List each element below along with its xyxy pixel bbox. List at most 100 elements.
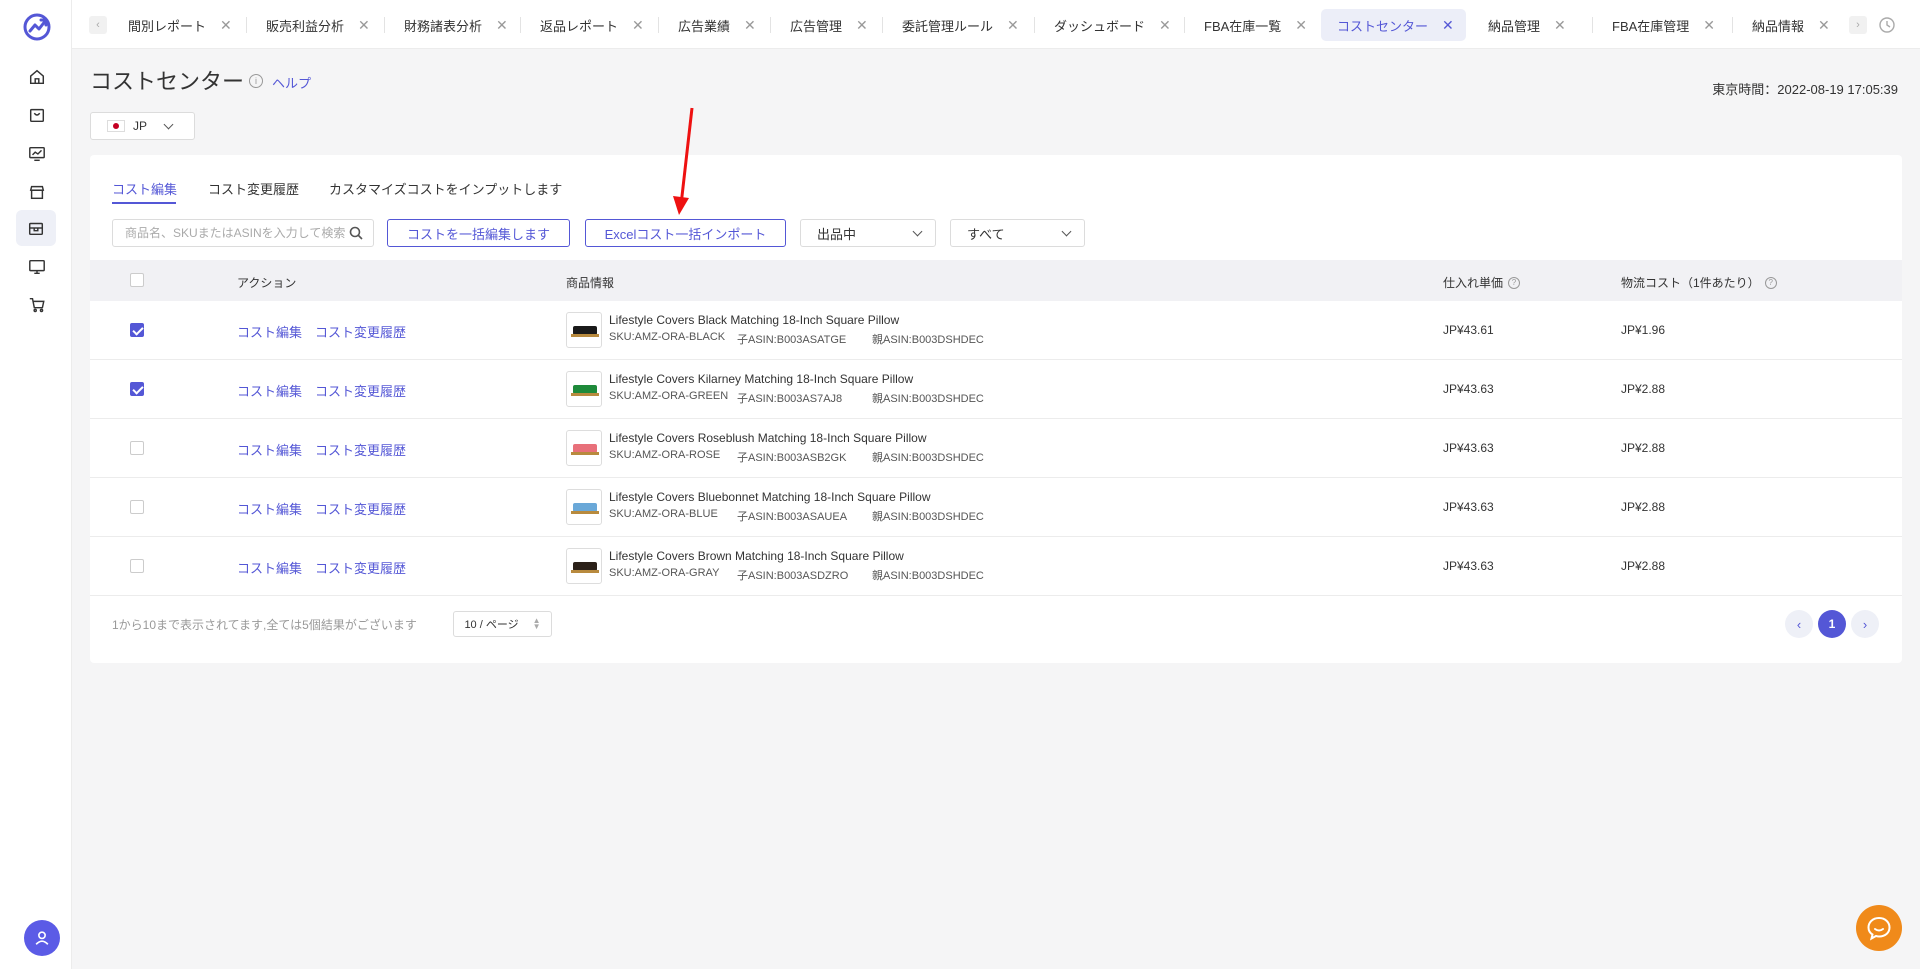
all-filter-select[interactable]: すべて: [950, 219, 1085, 247]
product-parent-asin: 親ASIN:B003DSHDEC: [872, 452, 984, 464]
close-icon[interactable]: ✕: [744, 17, 756, 34]
close-icon[interactable]: ✕: [1818, 17, 1830, 34]
close-icon[interactable]: ✕: [856, 17, 868, 34]
tab-item[interactable]: FBA在庫管理 ✕: [1596, 9, 1727, 41]
cost-edit-link[interactable]: コスト編集: [237, 440, 302, 459]
cost-history-link[interactable]: コスト変更履歴: [315, 499, 406, 518]
store-icon[interactable]: [24, 179, 50, 205]
country-label: JP: [133, 119, 148, 133]
user-icon[interactable]: [24, 920, 60, 956]
time-value: 2022-08-19 17:05:39: [1777, 82, 1898, 97]
cost-history-link[interactable]: コスト変更履歴: [315, 558, 406, 577]
next-page-button[interactable]: ›: [1851, 610, 1879, 638]
help-link[interactable]: ヘルプ: [272, 73, 311, 92]
product-thumbnail: [566, 312, 602, 348]
cost-history-link[interactable]: コスト変更履歴: [315, 322, 406, 341]
subtab-cost-history[interactable]: コスト変更履歴: [208, 179, 299, 198]
product-thumbnail: [566, 430, 602, 466]
close-icon[interactable]: ✕: [358, 17, 370, 34]
cart-icon[interactable]: [24, 292, 50, 318]
cost-history-link[interactable]: コスト変更履歴: [315, 440, 406, 459]
tab-item[interactable]: 財務諸表分析 ✕: [388, 9, 520, 41]
row-checkbox[interactable]: [130, 323, 144, 337]
product-sku: SKU:AMZ-ORA-BLACK: [609, 331, 726, 343]
row-checkbox[interactable]: [130, 382, 144, 396]
tab-next-button[interactable]: ›: [1849, 16, 1867, 34]
tab-item[interactable]: 広告業績 ✕: [662, 9, 768, 41]
cost-edit-link[interactable]: コスト編集: [237, 381, 302, 400]
row-checkbox[interactable]: [130, 559, 144, 573]
tab-item-active[interactable]: コストセンター ✕: [1321, 9, 1466, 41]
excel-import-button[interactable]: Excelコスト一括インポート: [585, 219, 786, 247]
cost-edit-link[interactable]: コスト編集: [237, 499, 302, 518]
tab-item[interactable]: 委託管理ルール ✕: [886, 9, 1031, 41]
search-icon[interactable]: [349, 226, 363, 240]
tab-item[interactable]: ダッシュボード ✕: [1038, 9, 1183, 41]
column-header-product: 商品情報: [566, 274, 614, 291]
tab-item[interactable]: 広告管理 ✕: [774, 9, 880, 41]
chart-monitor-icon[interactable]: [24, 141, 50, 167]
info-icon[interactable]: i: [249, 74, 263, 88]
select-all-checkbox[interactable]: [130, 273, 144, 287]
chat-support-button[interactable]: [1856, 905, 1902, 951]
prev-page-button[interactable]: ‹: [1785, 610, 1813, 638]
column-header-unit-price: 仕入れ単価?: [1443, 274, 1521, 291]
unit-price: JP¥43.63: [1443, 559, 1494, 573]
search-box[interactable]: [112, 219, 374, 247]
pillow-trim: [571, 570, 599, 573]
row-checkbox[interactable]: [130, 441, 144, 455]
close-icon[interactable]: ✕: [632, 17, 644, 34]
box-icon[interactable]: [16, 210, 56, 246]
bulk-edit-button[interactable]: コストを一括編集します: [387, 219, 570, 247]
close-icon[interactable]: ✕: [1442, 17, 1454, 34]
close-icon[interactable]: ✕: [220, 17, 232, 34]
product-sku: SKU:AMZ-ORA-GRAY: [609, 567, 720, 579]
tab-label: コストセンター: [1337, 18, 1429, 34]
tab-item[interactable]: 納品管理 ✕: [1472, 9, 1578, 41]
product-name: Lifestyle Covers Roseblush Matching 18-I…: [609, 431, 927, 445]
close-icon[interactable]: ✕: [496, 17, 508, 34]
cost-card: コスト編集 コスト変更履歴 カスタマイズコストをインプットします コストを一括編…: [90, 155, 1902, 663]
cost-history-link[interactable]: コスト変更履歴: [315, 381, 406, 400]
app-logo-icon[interactable]: [22, 12, 52, 42]
tab-divider: [882, 17, 883, 33]
product-thumbnail: [566, 548, 602, 584]
page-number-button[interactable]: 1: [1818, 610, 1846, 638]
page-size-select[interactable]: 10 / ページ ▲ ▼: [453, 611, 552, 637]
unit-price: JP¥43.63: [1443, 441, 1494, 455]
close-icon[interactable]: ✕: [1554, 17, 1566, 34]
clock-icon[interactable]: [1878, 16, 1896, 34]
home-icon[interactable]: [24, 64, 50, 90]
tab-label: FBA在庫管理: [1612, 18, 1690, 34]
shopping-bag-icon[interactable]: [24, 102, 50, 128]
tab-item[interactable]: 間別レポート ✕: [112, 9, 244, 41]
status-filter-select[interactable]: 出品中: [800, 219, 936, 247]
search-input[interactable]: [113, 226, 349, 240]
table-row: コスト編集 コスト変更履歴 Lifestyle Covers Brown Mat…: [90, 537, 1902, 596]
tab-divider: [520, 17, 521, 33]
tab-item[interactable]: 返品レポート ✕: [524, 9, 656, 41]
desktop-icon[interactable]: [24, 254, 50, 280]
question-icon[interactable]: ?: [1508, 276, 1521, 289]
close-icon[interactable]: ✕: [1159, 17, 1171, 34]
close-icon[interactable]: ✕: [1703, 17, 1715, 34]
tab-item[interactable]: 納品情報 ✕: [1736, 9, 1842, 41]
tab-bar: ‹ 間別レポート ✕ 販売利益分析 ✕ 財務諸表分析 ✕ 返品レポート ✕ 広告業績 ✕ …: [72, 0, 1920, 49]
cost-edit-link[interactable]: コスト編集: [237, 558, 302, 577]
pillow-trim: [571, 452, 599, 455]
question-icon[interactable]: ?: [1764, 276, 1777, 289]
subtab-cost-edit[interactable]: コスト編集: [112, 179, 177, 198]
subtab-custom-cost-input[interactable]: カスタマイズコストをインプットします: [329, 179, 562, 198]
tab-prev-button[interactable]: ‹: [89, 16, 107, 34]
tab-item[interactable]: 販売利益分析 ✕: [250, 9, 382, 41]
country-select[interactable]: JP: [90, 112, 195, 140]
tab-divider: [1732, 17, 1733, 33]
product-child-asin: 子ASIN:B003ASATGE: [737, 334, 847, 346]
close-icon[interactable]: ✕: [1007, 17, 1019, 34]
close-icon[interactable]: ✕: [1295, 17, 1307, 34]
product-thumbnail: [566, 489, 602, 525]
tab-item[interactable]: FBA在庫一覧 ✕: [1188, 9, 1319, 41]
cost-edit-link[interactable]: コスト編集: [237, 322, 302, 341]
unit-price: JP¥43.63: [1443, 500, 1494, 514]
row-checkbox[interactable]: [130, 500, 144, 514]
